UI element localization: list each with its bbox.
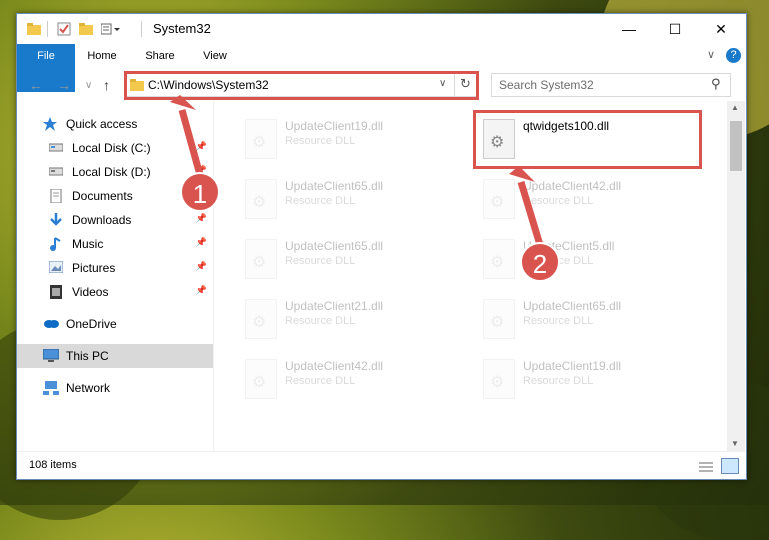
callout-1: 1 — [180, 172, 220, 212]
arrow-1-head — [170, 95, 196, 110]
annotation-arrows — [170, 95, 544, 247]
arrow-1 — [178, 109, 204, 176]
arrow-2 — [517, 180, 544, 247]
arrow-2-head — [509, 166, 535, 182]
callout-2: 2 — [520, 242, 560, 282]
